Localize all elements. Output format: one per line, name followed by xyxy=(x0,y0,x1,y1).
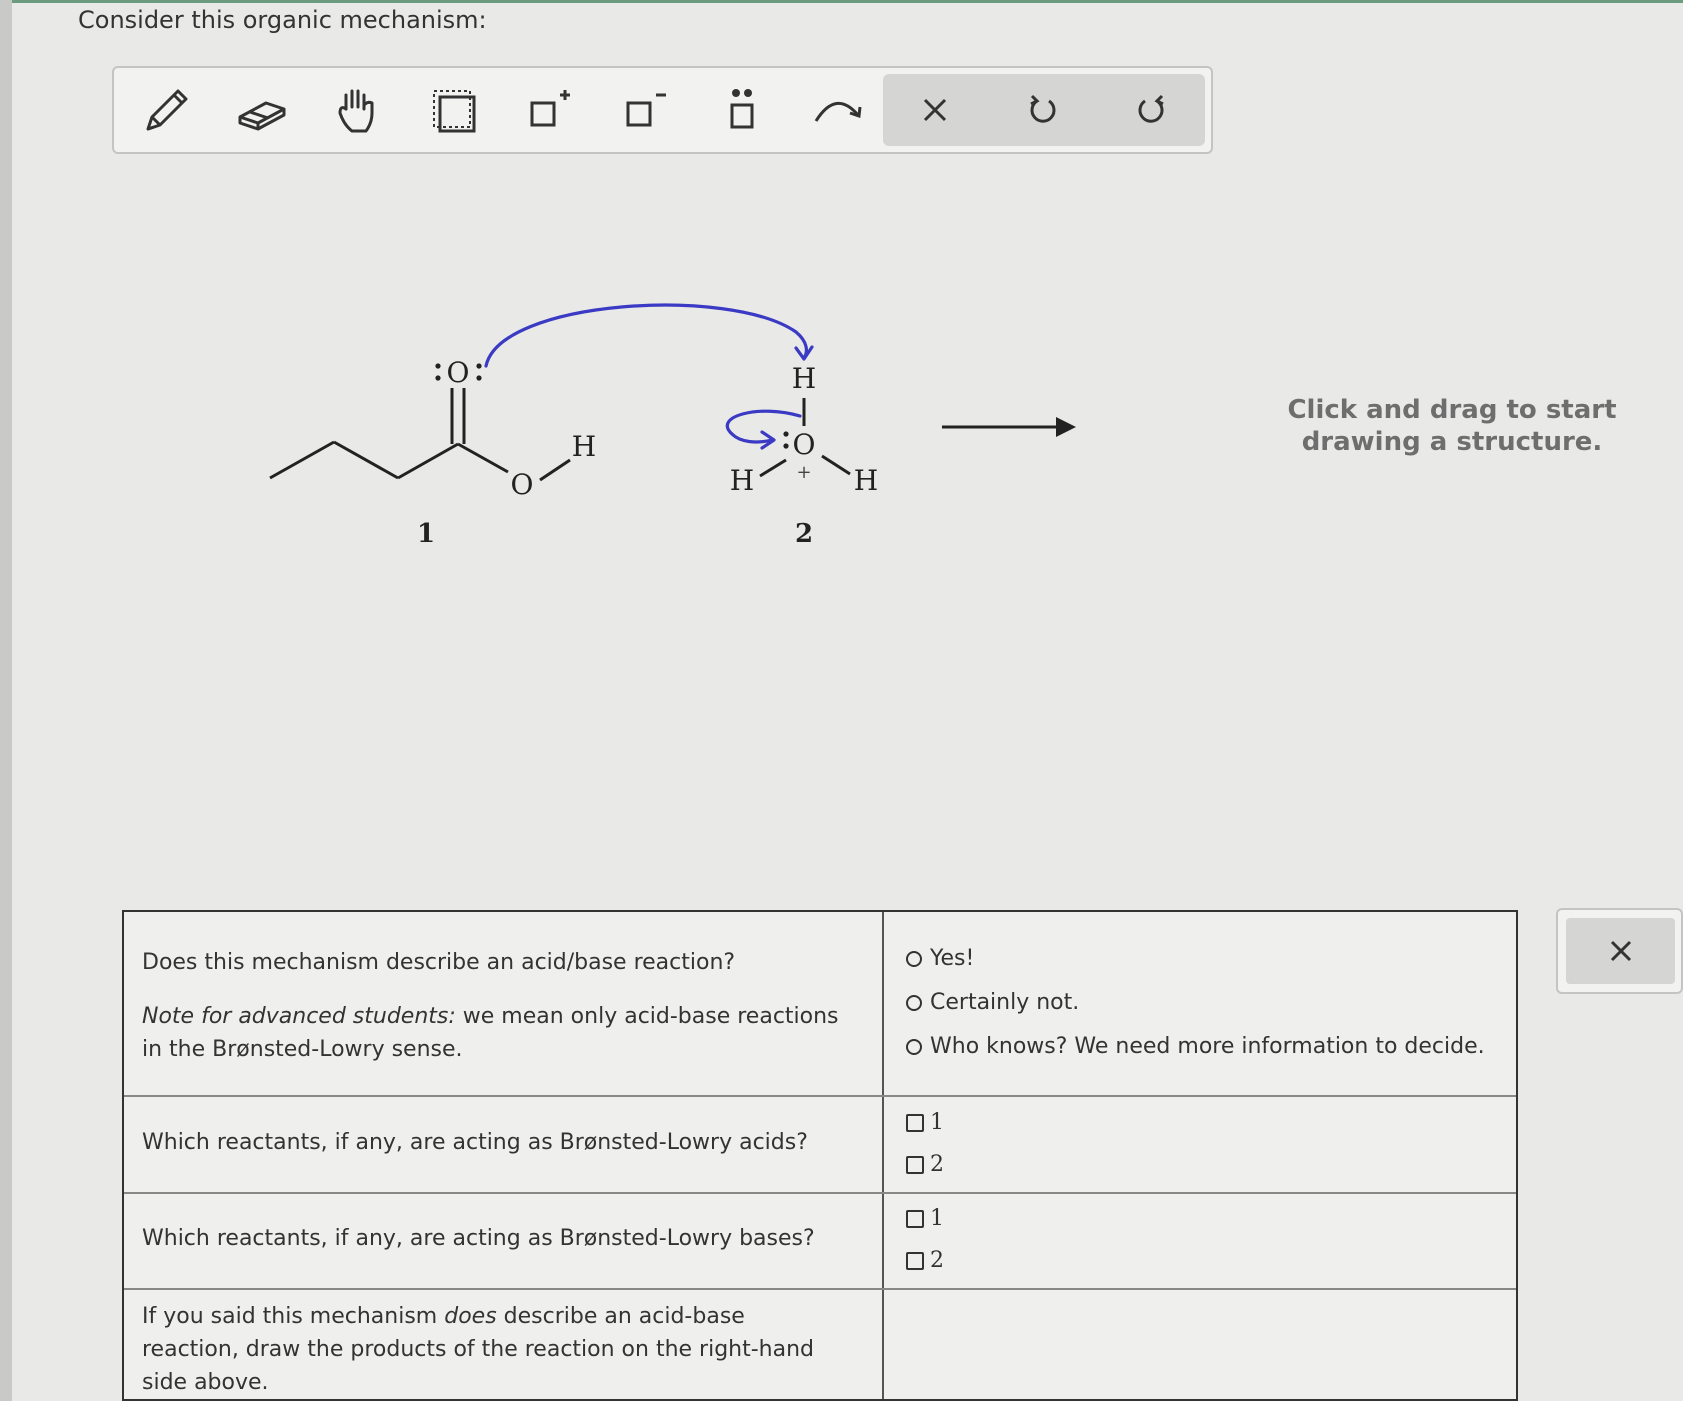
redo-icon[interactable] xyxy=(1121,80,1181,140)
q1-option-yes[interactable]: Yes! xyxy=(906,946,974,971)
table-divider-vertical xyxy=(882,912,884,1399)
add-lone-pair-icon[interactable] xyxy=(712,82,772,140)
q3-option-1[interactable]: 1 xyxy=(906,1206,944,1231)
q1-note: Note for advanced students: we mean only… xyxy=(142,1000,862,1066)
hydroxyl-oxygen: O xyxy=(511,468,534,501)
q4-text-a: If you said this mechanism xyxy=(142,1304,445,1329)
hydroxyl-hydrogen: H xyxy=(572,430,596,463)
hydronium-top-hydrogen: H xyxy=(792,362,816,395)
q4-text: If you said this mechanism does describe… xyxy=(142,1300,842,1399)
drawing-toolbar xyxy=(112,66,1213,154)
drawing-hint: Click and drag to start drawing a struct… xyxy=(1287,395,1617,457)
table-divider-row-2 xyxy=(124,1192,1516,1194)
q2-option-2[interactable]: 2 xyxy=(906,1152,944,1177)
close-icon xyxy=(1610,940,1631,962)
add-positive-charge-icon[interactable] xyxy=(520,82,580,140)
option-label: Who knows? We need more information to d… xyxy=(930,1034,1485,1059)
checkbox[interactable] xyxy=(906,1209,924,1228)
reaction-arrow xyxy=(942,417,1076,437)
q1-option-no[interactable]: Certainly not. xyxy=(906,990,1079,1015)
drawing-canvas[interactable]: O O H 1 H O + H H 2 Click and drag to st… xyxy=(0,160,1683,900)
reactant-1-label: 1 xyxy=(417,519,435,549)
o-h-bond-left xyxy=(759,458,787,478)
carbonyl-oxygen: O xyxy=(447,356,470,389)
option-label: 1 xyxy=(930,1206,944,1231)
question-table: Does this mechanism describe an acid/bas… xyxy=(122,910,1518,1401)
q1-option-unknown[interactable]: Who knows? We need more information to d… xyxy=(906,1034,1485,1059)
q1-note-emphasis: Note for advanced students: xyxy=(142,1004,456,1029)
hand-icon[interactable] xyxy=(328,82,388,140)
close-button[interactable] xyxy=(1566,918,1675,984)
option-label: 2 xyxy=(930,1248,944,1273)
undo-icon[interactable] xyxy=(1013,80,1073,140)
top-accent-strip xyxy=(0,0,1683,3)
curved-arrow-icon[interactable] xyxy=(808,82,868,140)
option-label: 1 xyxy=(930,1110,944,1135)
eraser-icon[interactable] xyxy=(232,82,292,140)
pencil-icon[interactable] xyxy=(136,82,196,140)
q3-text: Which reactants, if any, are acting as B… xyxy=(142,1226,815,1251)
reactant-2-label: 2 xyxy=(795,519,813,549)
q1-text: Does this mechanism describe an acid/bas… xyxy=(142,950,736,975)
hydronium-oxygen: O xyxy=(793,428,816,461)
table-divider-row-3 xyxy=(124,1288,1516,1290)
curved-arrow-head-1 xyxy=(794,345,814,361)
checkbox[interactable] xyxy=(906,1155,924,1174)
option-label: Certainly not. xyxy=(930,990,1080,1015)
q3-option-2[interactable]: 2 xyxy=(906,1248,944,1273)
checkbox[interactable] xyxy=(906,1113,924,1132)
add-negative-charge-icon[interactable] xyxy=(616,82,676,140)
curved-arrow-lone-pair-to-h xyxy=(484,303,808,368)
q2-text: Which reactants, if any, are acting as B… xyxy=(142,1130,808,1155)
edit-actions xyxy=(883,74,1205,146)
select-box-icon[interactable] xyxy=(424,82,484,140)
radio-button[interactable] xyxy=(906,1038,922,1055)
close-panel xyxy=(1556,908,1683,994)
reactant-1-structure xyxy=(269,388,571,482)
question-intro: Consider this organic mechanism: xyxy=(78,6,487,34)
clear-icon[interactable] xyxy=(905,80,965,140)
o-h-bond-right xyxy=(821,454,851,476)
hydronium-charge: + xyxy=(796,462,811,483)
table-divider-row-1 xyxy=(124,1095,1516,1097)
q4-text-emphasis: does xyxy=(444,1304,497,1329)
option-label: 2 xyxy=(930,1152,944,1177)
hydronium-lone-pair-icon xyxy=(783,431,789,449)
curved-arrow-bond-to-o xyxy=(725,409,802,444)
radio-button[interactable] xyxy=(906,994,922,1011)
radio-button[interactable] xyxy=(906,950,922,967)
option-label: Yes! xyxy=(930,946,975,971)
q2-option-1[interactable]: 1 xyxy=(906,1110,944,1135)
checkbox[interactable] xyxy=(906,1251,924,1270)
hydronium-right-hydrogen: H xyxy=(854,464,878,497)
hydronium-left-hydrogen: H xyxy=(730,464,754,497)
